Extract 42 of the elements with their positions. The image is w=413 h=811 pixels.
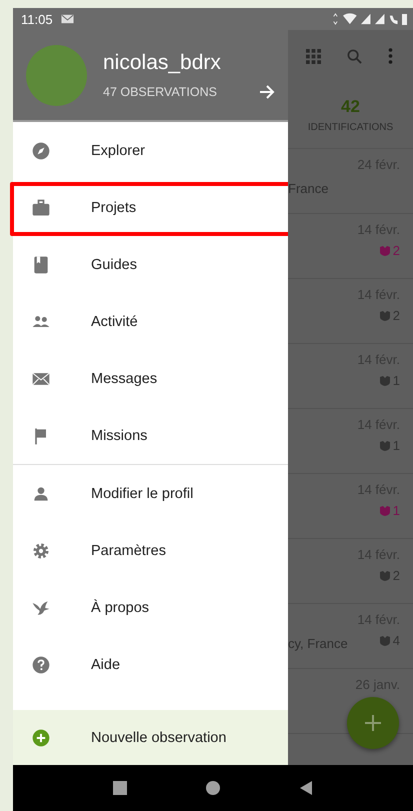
identification-icon bbox=[380, 440, 390, 450]
username: nicolas_bdrx bbox=[103, 50, 222, 74]
observation-count: 47 OBSERVATIONS bbox=[103, 84, 217, 98]
wifi-icon bbox=[343, 13, 357, 25]
status-time: 11:05 bbox=[21, 12, 53, 26]
mail-icon bbox=[60, 14, 74, 24]
signal-icon bbox=[375, 13, 386, 25]
menu-item[interactable]: À propos bbox=[13, 579, 288, 636]
square-icon[interactable] bbox=[112, 781, 127, 795]
new-observation-item[interactable]: Nouvelle observation bbox=[13, 710, 288, 765]
identification-icon bbox=[380, 506, 390, 516]
identification-count: 2 bbox=[392, 243, 400, 258]
phone-icon bbox=[389, 13, 398, 25]
menu-item[interactable]: Messages bbox=[13, 350, 288, 407]
identification-icon bbox=[380, 570, 390, 580]
data-arrows-icon bbox=[332, 13, 340, 25]
identification-icon bbox=[380, 310, 390, 320]
briefcase-icon bbox=[31, 198, 51, 218]
help-icon bbox=[31, 654, 51, 674]
compass-icon bbox=[31, 140, 51, 160]
more-menu-icon[interactable] bbox=[388, 48, 393, 64]
add-button[interactable] bbox=[347, 697, 399, 749]
plus-circle-icon bbox=[31, 728, 51, 748]
signal-icon bbox=[360, 13, 372, 25]
arrow-right-icon[interactable] bbox=[259, 84, 275, 100]
identification-icon bbox=[380, 376, 390, 386]
settings-icon bbox=[31, 540, 51, 560]
menu-item[interactable]: Explorer bbox=[13, 122, 288, 179]
menu-item[interactable]: Aide bbox=[13, 636, 288, 693]
menu-item[interactable]: Activité bbox=[13, 293, 288, 350]
circle-icon[interactable] bbox=[206, 781, 220, 795]
plus-icon bbox=[363, 713, 383, 733]
menu-item[interactable]: Guides bbox=[13, 236, 288, 293]
menu-item[interactable]: Modifier le profil bbox=[13, 465, 288, 522]
identification-icon bbox=[380, 246, 390, 256]
menu-item[interactable]: Missions bbox=[13, 407, 288, 464]
back-triangle-icon[interactable] bbox=[299, 781, 314, 795]
battery-icon bbox=[402, 13, 407, 25]
identification-count: 1 bbox=[392, 503, 400, 518]
identification-count: 42 bbox=[341, 97, 360, 117]
identification-icon bbox=[380, 636, 390, 646]
menu-item[interactable]: Paramètres bbox=[13, 522, 288, 579]
